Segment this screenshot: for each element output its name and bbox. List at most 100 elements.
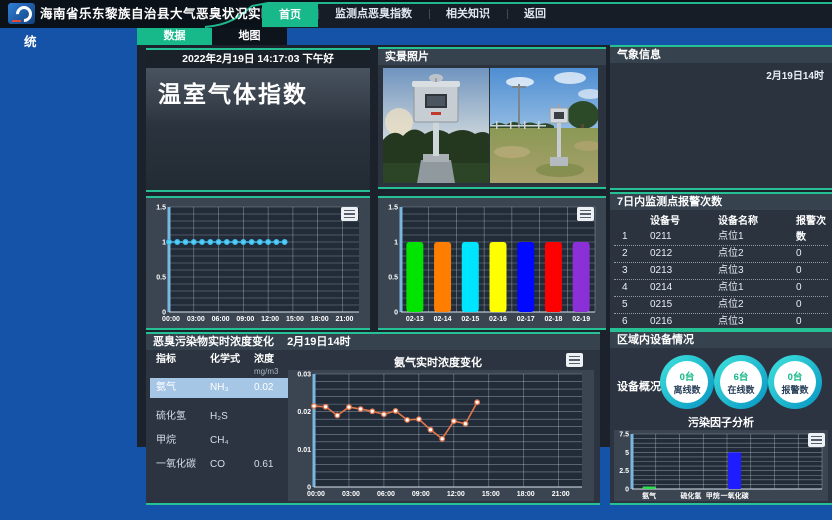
odor-row-ammonia[interactable]: 氨气NH₃0.02	[150, 378, 288, 398]
svg-text:1: 1	[162, 240, 166, 247]
svg-text:0.03: 0.03	[297, 372, 311, 379]
svg-text:1: 1	[394, 240, 398, 247]
main-nav: 首页 监测点恶臭指数 相关知识 返回	[262, 0, 563, 28]
svg-text:00:00: 00:00	[307, 491, 325, 498]
odor-table: 指标 化学式 浓度 mg/m3 氨气NH₃0.02 硫化氢H₂S 甲烷CH₄ 一…	[150, 352, 288, 479]
svg-text:06:00: 06:00	[377, 491, 395, 498]
tab-data[interactable]: 数据	[137, 28, 212, 45]
svg-text:21:00: 21:00	[336, 316, 354, 323]
svg-text:1.5: 1.5	[156, 205, 166, 212]
odor-panel-timestamp: 2月19日14时	[287, 336, 351, 348]
alarm-table-row: 60216点位30	[614, 314, 828, 331]
chart-toolbox-icon[interactable]	[808, 433, 825, 447]
alarm-table-row: 30213点位30	[614, 263, 828, 280]
brand-logo[interactable]	[8, 3, 35, 24]
odor-table-header: 指标 化学式 浓度 mg/m3	[150, 352, 288, 378]
station-photo-1[interactable]	[383, 68, 489, 183]
chart-toolbox-icon[interactable]	[341, 207, 358, 221]
svg-text:0: 0	[394, 310, 398, 317]
svg-text:00:00: 00:00	[162, 316, 180, 323]
panel-weather: 气象信息 2月19日14时	[610, 45, 832, 190]
alarm-table-row: 10211点位10	[614, 229, 828, 246]
weather-panel-title: 气象信息	[610, 47, 832, 63]
tab-map[interactable]: 地图	[212, 28, 287, 45]
svg-text:02-15: 02-15	[461, 316, 479, 323]
panel-greenhouse-chart: 00.511.500:0003:0006:0009:0012:0015:0018…	[146, 196, 370, 330]
device-overview-label: 设备概况:	[617, 378, 665, 394]
daily-index-bar-chart[interactable]: 00.511.502-1302-1402-1502-1602-1702-1802…	[379, 199, 605, 327]
odor-row-ch4[interactable]: 甲烷CH₄	[150, 431, 288, 451]
svg-text:09:00: 09:00	[236, 316, 254, 323]
svg-text:21:00: 21:00	[552, 491, 570, 498]
alarm-table-header: 设备号 设备名称 报警次数	[614, 214, 828, 229]
svg-text:03:00: 03:00	[187, 316, 205, 323]
svg-text:18:00: 18:00	[517, 491, 535, 498]
svg-text:7.5: 7.5	[619, 432, 629, 439]
device-stats-row: 0台 离线数 6台 在线数 0台 报警数	[660, 355, 822, 409]
panel-greenhouse-overview: 2022年2月19日 14:17:03 下午好 温室气体指数	[146, 48, 370, 192]
svg-text:18:00: 18:00	[311, 316, 329, 323]
pollution-factors-chart[interactable]: 0 2.5 5 7.5 氨气 硫化氢甲烷一氧化碳	[614, 430, 828, 501]
devices-panel-title: 区域内设备情况	[610, 332, 832, 348]
svg-text:2.5: 2.5	[619, 468, 629, 475]
svg-text:0.5: 0.5	[156, 275, 166, 282]
photo-row	[383, 68, 598, 183]
svg-text:09:00: 09:00	[412, 491, 430, 498]
odor-row-h2s[interactable]: 硫化氢H₂S	[150, 407, 288, 427]
stat-circle-alarm: 0台 报警数	[768, 355, 822, 409]
col-indicator: 指标	[156, 354, 210, 378]
svg-text:0.5: 0.5	[388, 275, 398, 282]
ammonia-chart-title: 氨气实时浓度变化	[288, 354, 588, 370]
svg-text:0.02: 0.02	[297, 409, 311, 416]
svg-text:02-14: 02-14	[434, 316, 452, 323]
chart-toolbox-icon[interactable]	[577, 207, 594, 221]
ammonia-concentration-chart[interactable]: 00.010.020.0300:0003:0006:0009:0012:0015…	[288, 370, 594, 501]
alarm-table: 设备号 设备名称 报警次数 10211点位10 20212点位20 30213点…	[614, 214, 828, 331]
svg-text:03:00: 03:00	[342, 491, 360, 498]
headline-spacer	[146, 120, 370, 190]
app-root: 海南省乐东黎族自治县大气恶臭状况实时发布系 首页 监测点恶臭指数 相关知识 返回…	[0, 0, 832, 520]
view-tabs: 数据 地图	[137, 28, 287, 45]
nav-item-odor-index[interactable]: 监测点恶臭指数	[318, 0, 429, 28]
weather-timestamp: 2月19日14时	[766, 67, 824, 82]
svg-text:02-13: 02-13	[406, 316, 424, 323]
nav-item-home[interactable]: 首页	[262, 4, 318, 27]
panel-odor-concentration: 恶臭污染物实时浓度变化 2月19日14时 指标 化学式 浓度 mg/m3 氨气N…	[146, 332, 600, 505]
svg-text:02-19: 02-19	[572, 316, 590, 323]
svg-text:15:00: 15:00	[286, 316, 304, 323]
page-headline: 温室气体指数	[146, 68, 370, 120]
panel-photos: 实景照片	[378, 47, 606, 189]
factors-chart-title: 污染因子分析	[610, 414, 832, 430]
nav-item-back[interactable]: 返回	[507, 0, 563, 28]
col-formula: 化学式	[210, 354, 254, 378]
svg-text:0: 0	[625, 487, 629, 494]
svg-text:一氧化碳: 一氧化碳	[721, 491, 750, 500]
app-title-overflow: 统	[24, 31, 37, 50]
svg-text:氨气: 氨气	[642, 491, 656, 500]
svg-text:06:00: 06:00	[212, 316, 230, 323]
datetime-text: 2022年2月19日 14:17:03 下午好	[146, 50, 370, 68]
odor-panel-header: 恶臭污染物实时浓度变化 2月19日14时	[146, 334, 600, 350]
svg-text:甲烷: 甲烷	[706, 491, 720, 500]
panel-alarm-counts: 7日内监测点报警次数 设备号 设备名称 报警次数 10211点位10 20212…	[610, 192, 832, 330]
svg-text:5: 5	[625, 450, 629, 457]
svg-text:1.5: 1.5	[388, 205, 398, 212]
svg-text:硫化氢: 硫化氢	[680, 491, 701, 500]
alarm-table-row: 40214点位10	[614, 280, 828, 297]
svg-text:02-18: 02-18	[544, 316, 562, 323]
alarm-table-row: 20212点位20	[614, 246, 828, 263]
alarms-panel-title: 7日内监测点报警次数	[610, 194, 832, 210]
nav-item-knowledge[interactable]: 相关知识	[429, 0, 507, 28]
photos-panel-title: 实景照片	[378, 49, 606, 65]
odor-row-co[interactable]: 一氧化碳CO0.61	[150, 455, 288, 475]
panel-daily-index-chart: 00.511.502-1302-1402-1502-1602-1702-1802…	[378, 196, 606, 330]
svg-text:12:00: 12:00	[447, 491, 465, 498]
svg-text:15:00: 15:00	[482, 491, 500, 498]
stat-circle-offline: 0台 离线数	[660, 355, 714, 409]
panel-device-status: 区域内设备情况 设备概况: 0台 离线数 6台 在线数 0台 报警数	[610, 330, 832, 505]
svg-text:12:00: 12:00	[261, 316, 279, 323]
greenhouse-index-chart[interactable]: 00.511.500:0003:0006:0009:0012:0015:0018…	[147, 199, 369, 327]
chart-toolbox-icon[interactable]	[566, 353, 583, 367]
station-photo-2[interactable]	[490, 68, 598, 183]
stat-circle-online: 6台 在线数	[714, 355, 768, 409]
